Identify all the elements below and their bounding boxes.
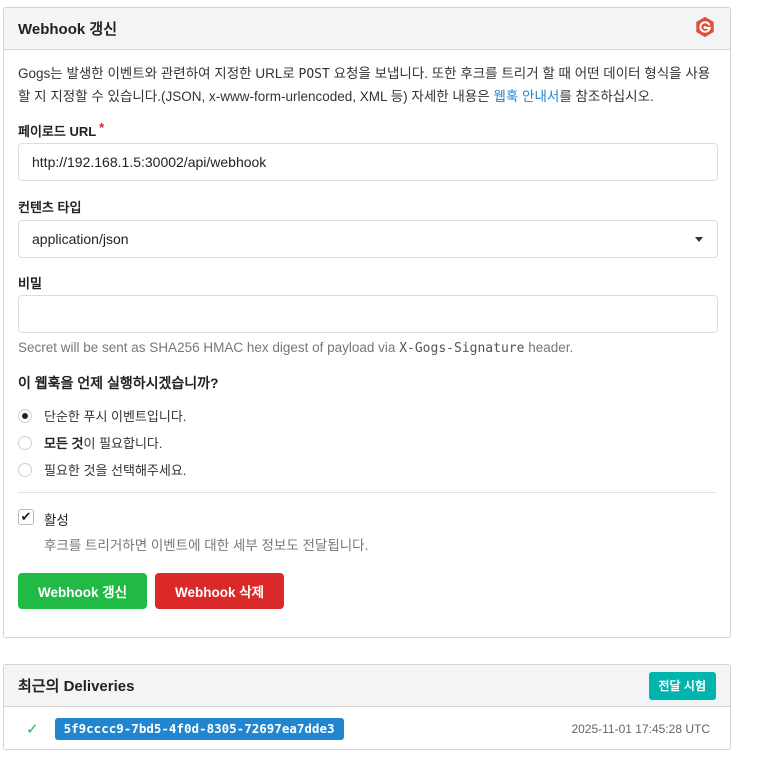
- recent-deliveries-panel: 최근의 Deliveries 전달 시험 ✓ 5f9cccc9-7bd5-4f0…: [3, 664, 731, 750]
- panel-header: Webhook 갱신: [4, 8, 730, 50]
- webhook-settings-panel: Webhook 갱신 Gogs는 발생한 이벤트와 관련하여 지정한 URL로 …: [3, 7, 731, 638]
- secret-label: 비밀: [18, 276, 42, 291]
- dropdown-caret-icon: [695, 237, 703, 242]
- content-type-label: 컨텐츠 타입: [18, 200, 82, 215]
- radio-button[interactable]: [18, 435, 32, 450]
- payload-url-label: 페이로드 URL *: [18, 120, 105, 139]
- delivery-uuid[interactable]: 5f9cccc9-7bd5-4f0d-8305-72697ea7dde3: [54, 717, 344, 740]
- content-type-select[interactable]: application/json: [18, 220, 718, 258]
- test-delivery-button[interactable]: 전달 시험: [648, 671, 716, 700]
- webhook-description: Gogs는 발생한 이벤트와 관련하여 지정한 URL로 POST 요청을 보냅…: [18, 66, 711, 104]
- deliveries-header: 최근의 Deliveries 전달 시험: [4, 665, 730, 707]
- gogs-logo-icon: [694, 16, 716, 41]
- radio-button[interactable]: [18, 408, 32, 423]
- deliveries-title: 최근의 Deliveries: [18, 678, 135, 695]
- delivery-item[interactable]: ✓ 5f9cccc9-7bd5-4f0d-8305-72697ea7dde3 2…: [4, 707, 730, 750]
- active-label: 활성: [44, 513, 69, 528]
- checkmark-icon: ✓: [26, 720, 39, 738]
- trigger-question: 이 웹훅을 언제 실행하시겠습니까?: [18, 375, 219, 391]
- radio-everything[interactable]: 모든 것이 필요합니다.: [18, 433, 162, 452]
- webhook-guide-link[interactable]: 웹훅 안내서: [493, 89, 559, 104]
- secret-input[interactable]: [18, 295, 718, 333]
- active-checkbox[interactable]: ✔: [18, 509, 34, 525]
- required-asterisk: *: [99, 120, 105, 135]
- delete-webhook-button[interactable]: Webhook 삭제: [155, 573, 284, 609]
- radio-push-only[interactable]: 단순한 푸시 이벤트입니다.: [18, 406, 186, 425]
- panel-title: Webhook 갱신: [18, 21, 117, 38]
- secret-help-text: Secret will be sent as SHA256 HMAC hex d…: [18, 340, 574, 356]
- delivery-time: 2025-11-01 17:45:28 UTC: [571, 721, 710, 736]
- payload-url-input[interactable]: http://192.168.1.5:30002/api/webhook: [18, 143, 718, 181]
- radio-button[interactable]: [18, 462, 32, 477]
- update-webhook-button[interactable]: Webhook 갱신: [18, 573, 147, 609]
- active-help-text: 후크를 트리거하면 이벤트에 대한 세부 정보도 전달됩니다.: [44, 538, 369, 553]
- radio-choose-events[interactable]: 필요한 것을 선택해주세요.: [18, 460, 186, 479]
- divider: [18, 492, 716, 493]
